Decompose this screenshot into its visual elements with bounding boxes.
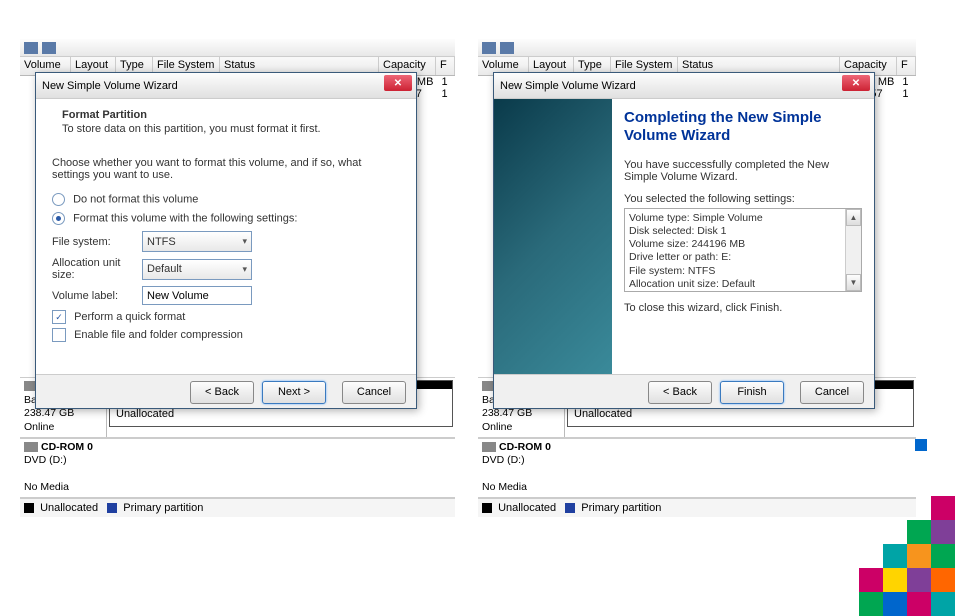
disk-size: 238.47 GB xyxy=(24,407,74,419)
legend-unalloc: Unallocated xyxy=(40,502,98,514)
legend-primary: Primary partition xyxy=(123,502,203,514)
disk-status: Online xyxy=(482,421,512,433)
radio-format[interactable] xyxy=(52,212,65,225)
au-label: Allocation unit size: xyxy=(52,257,142,281)
cdrom-name: CD-ROM 0 xyxy=(41,441,93,453)
radio-format-label: Format this volume with the following se… xyxy=(73,212,297,224)
wizard-dialog-format: New Simple Volume Wizard ✕ Format Partit… xyxy=(35,72,417,409)
partition-status: Unallocated xyxy=(574,408,632,420)
quick-format-checkbox[interactable]: ✓ xyxy=(52,310,66,324)
vl-label: Volume label: xyxy=(52,290,142,302)
wizard-heading: Format Partition xyxy=(62,109,400,121)
wizard-close-text: To close this wizard, click Finish. xyxy=(624,302,862,314)
disk-size: 238.47 GB xyxy=(482,407,532,419)
col-f[interactable]: F xyxy=(436,57,455,75)
settings-summary-list: Volume type: Simple Volume Disk selected… xyxy=(624,208,862,292)
au-select[interactable]: Default xyxy=(142,259,252,280)
col-f[interactable]: F xyxy=(897,57,916,75)
next-button[interactable]: Next > xyxy=(262,381,326,404)
wizard-titlebar[interactable]: New Simple Volume Wizard ✕ xyxy=(36,73,416,99)
toolbar xyxy=(478,39,916,57)
decorative-pixels xyxy=(825,486,955,616)
summary-line: Drive letter or path: E: xyxy=(629,251,857,264)
legend-primary: Primary partition xyxy=(581,502,661,514)
compress-checkbox[interactable] xyxy=(52,328,66,342)
cdrom-icon xyxy=(482,442,496,452)
cdrom-path: DVD (D:) xyxy=(24,454,67,466)
summary-line: Allocation unit size: Default xyxy=(629,278,857,291)
finish-button[interactable]: Finish xyxy=(720,381,784,404)
close-button[interactable]: ✕ xyxy=(384,75,412,91)
wizard-title-text: New Simple Volume Wizard xyxy=(42,80,178,92)
wizard-prompt: Choose whether you want to format this v… xyxy=(52,157,400,181)
legend-unalloc: Unallocated xyxy=(498,502,556,514)
cancel-button[interactable]: Cancel xyxy=(800,381,864,404)
close-button[interactable]: ✕ xyxy=(842,75,870,91)
disk-status: Online xyxy=(24,421,54,433)
radio-no-format-label: Do not format this volume xyxy=(73,193,198,205)
summary-line: Volume size: 244196 MB xyxy=(629,238,857,251)
legend-primary-swatch xyxy=(565,503,575,513)
cdrom-name: CD-ROM 0 xyxy=(499,441,551,453)
legend-unalloc-swatch xyxy=(482,503,492,513)
summary-line: Disk selected: Disk 1 xyxy=(629,225,857,238)
wizard-success-text: You have successfully completed the New … xyxy=(624,159,862,183)
toolbar-icon xyxy=(482,42,496,54)
wizard-selected-text: You selected the following settings: xyxy=(624,193,862,205)
partition-status: Unallocated xyxy=(116,408,174,420)
scroll-down-icon[interactable]: ▼ xyxy=(846,274,861,291)
toolbar-icon xyxy=(24,42,38,54)
summary-line: Volume type: Simple Volume xyxy=(629,212,857,225)
volume-label-input[interactable] xyxy=(142,286,252,305)
quick-format-label: Perform a quick format xyxy=(74,311,185,323)
legend: Unallocated Primary partition xyxy=(20,498,455,517)
toolbar-icon xyxy=(42,42,56,54)
radio-no-format[interactable] xyxy=(52,193,65,206)
fs-label: File system: xyxy=(52,236,142,248)
wizard-side-graphic xyxy=(494,99,612,374)
cdrom-row[interactable]: CD-ROM 0 DVD (D:) No Media xyxy=(20,438,455,499)
back-button[interactable]: < Back xyxy=(648,381,712,404)
wizard-complete-heading: Completing the New Simple Volume Wizard xyxy=(624,109,862,145)
cancel-button[interactable]: Cancel xyxy=(342,381,406,404)
wizard-titlebar[interactable]: New Simple Volume Wizard ✕ xyxy=(494,73,874,99)
legend-primary-swatch xyxy=(107,503,117,513)
cdrom-status: No Media xyxy=(482,481,527,493)
toolbar xyxy=(20,39,455,57)
back-button[interactable]: < Back xyxy=(190,381,254,404)
toolbar-icon xyxy=(500,42,514,54)
wizard-dialog-complete: New Simple Volume Wizard ✕ Completing th… xyxy=(493,72,875,409)
cdrom-path: DVD (D:) xyxy=(482,454,525,466)
summary-line: Volume label: New Volume xyxy=(629,291,857,292)
summary-line: File system: NTFS xyxy=(629,265,857,278)
scroll-up-icon[interactable]: ▲ xyxy=(846,209,861,226)
wizard-title-text: New Simple Volume Wizard xyxy=(500,80,636,92)
legend-unalloc-swatch xyxy=(24,503,34,513)
compress-label: Enable file and folder compression xyxy=(74,329,243,341)
fs-select[interactable]: NTFS xyxy=(142,231,252,252)
cdrom-icon xyxy=(24,442,38,452)
cdrom-status: No Media xyxy=(24,481,69,493)
scrollbar[interactable]: ▲ ▼ xyxy=(845,209,861,291)
wizard-subheading: To store data on this partition, you mus… xyxy=(62,123,400,135)
